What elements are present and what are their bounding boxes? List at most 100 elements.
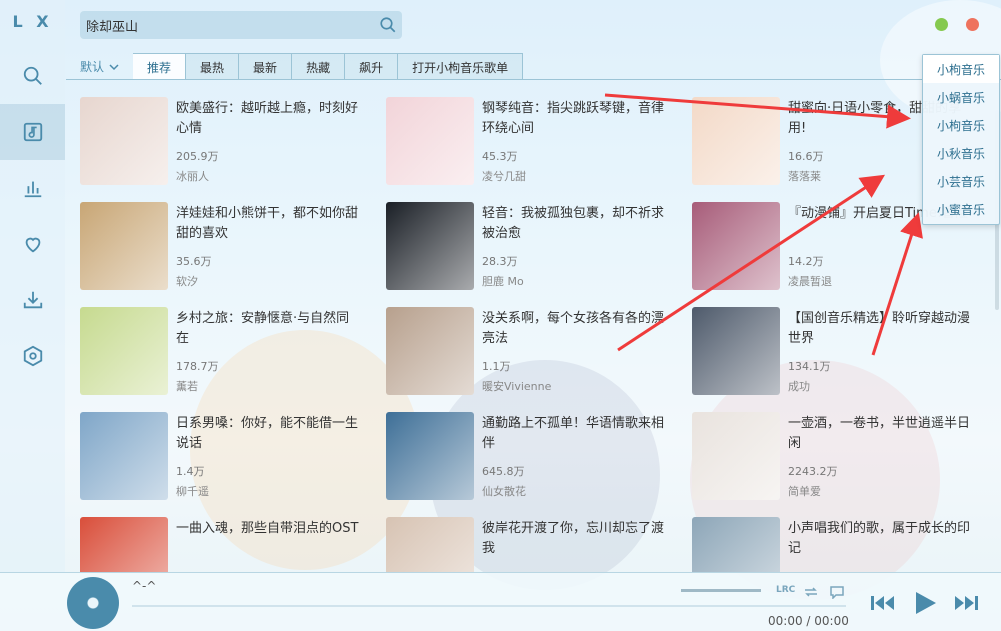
playlist-title[interactable]: 欧美盛行：越听越上瘾，时刻好心情 [176, 99, 362, 139]
tab-bar: 默认 推荐 最热 最新 热藏 飙升 打开小枸音乐歌单 [66, 53, 524, 80]
cover-image [386, 307, 474, 395]
playlist-title[interactable]: 洋娃娃和小熊饼干，都不如你甜甜的喜欢 [176, 204, 362, 244]
playlist-card[interactable]: 乡村之旅：安静惬意·与自然同在 178.7万 薰若 [66, 290, 366, 395]
playlist-title[interactable]: 没关系啊，每个女孩各有各的漂亮法 [482, 309, 668, 349]
search-icon [23, 66, 42, 85]
playlist-title[interactable]: 通勤路上不孤单！华语情歌来相伴 [482, 414, 668, 454]
close-button[interactable] [966, 18, 979, 31]
playlist-title[interactable]: 乡村之旅：安静惬意·与自然同在 [176, 309, 362, 349]
nav-download[interactable] [0, 272, 65, 328]
tab-open-playlist[interactable]: 打开小枸音乐歌单 [398, 53, 524, 80]
playlist-cover[interactable] [80, 97, 168, 185]
search-box [80, 11, 402, 39]
playlist-cover[interactable] [386, 97, 474, 185]
play-time: 00:00 / 00:00 [768, 614, 849, 628]
playlist-cover[interactable] [386, 412, 474, 500]
playlist-card[interactable]: 通勤路上不孤单！华语情歌来相伴 645.8万 仙女散花 [372, 395, 672, 500]
album-disc-icon[interactable] [67, 577, 119, 629]
source-option[interactable]: 小蜗音乐 [923, 83, 999, 111]
source-option[interactable]: 小枸音乐 [923, 55, 999, 83]
cover-image [80, 307, 168, 395]
nav-search[interactable] [0, 48, 65, 104]
source-option[interactable]: 小芸音乐 [923, 167, 999, 195]
search-icon[interactable] [374, 11, 402, 39]
playlist-title[interactable]: 一壶酒，一卷书，半世逍遥半日闲 [788, 414, 974, 454]
playlist-title[interactable]: 轻音：我被孤独包裹，却不祈求被治愈 [482, 204, 668, 244]
playlist-title[interactable]: 小声唱我们的歌，属于成长的印记 [788, 519, 974, 559]
play-count: 35.6万 [176, 255, 212, 268]
playlist-card[interactable]: 钢琴纯音：指尖跳跃琴键，音律环绕心间 45.3万 凌兮几甜 [372, 80, 672, 185]
playlist-author: 仙女散花 [482, 485, 526, 498]
playlist-card[interactable]: 日系男嗓：你好，能不能借一生说话 1.4万 柳千遥 [66, 395, 366, 500]
tab-rising[interactable]: 飙升 [345, 53, 399, 80]
playlist-author: 成功 [788, 380, 810, 393]
sort-label: 默认 [80, 60, 105, 74]
playlist-card[interactable]: 【国创音乐精选】聆听穿越动漫世界 134.1万 成功 [678, 290, 978, 395]
playlist-card[interactable]: 彼岸花开渡了你，忘川却忘了渡我 [372, 500, 672, 572]
source-option[interactable]: 小秋音乐 [923, 139, 999, 167]
play-count: 134.1万 [788, 360, 831, 373]
playlist-cover[interactable] [692, 97, 780, 185]
playlist-title[interactable]: 日系男嗓：你好，能不能借一生说话 [176, 414, 362, 454]
play-count: 645.8万 [482, 465, 525, 478]
playlist-card[interactable]: 一曲入魂，那些自带泪点的OST [66, 500, 366, 572]
playlist-cover[interactable] [386, 517, 474, 572]
play-button[interactable] [910, 588, 940, 618]
tab-hottest[interactable]: 最热 [186, 53, 240, 80]
playlist-card[interactable]: 没关系啊，每个女孩各有各的漂亮法 1.1万 暖安Vivienne [372, 290, 672, 395]
playlist-cover[interactable] [80, 202, 168, 290]
loop-icon[interactable] [802, 585, 820, 599]
skip-back-icon [871, 596, 894, 610]
player-bar: ^-^ LRC 00:00 / 00:00 [0, 572, 1001, 631]
playlist-grid: 欧美盛行：越听越上瘾，时刻好心情 205.9万 冰丽人 钢琴纯音：指尖跳跃琴键，音律环… [66, 80, 1001, 572]
playlist-cover[interactable] [80, 307, 168, 395]
bar-chart-icon [24, 181, 41, 198]
sort-dropdown[interactable]: 默认 [66, 53, 133, 80]
playlist-cover[interactable] [692, 202, 780, 290]
nav-favorites[interactable] [0, 216, 65, 272]
search-input[interactable] [80, 11, 374, 39]
nav-leaderboard[interactable] [0, 160, 65, 216]
playlist-cover[interactable] [80, 517, 168, 572]
playlist-card[interactable]: 小声唱我们的歌，属于成长的印记 [678, 500, 978, 572]
playlist-author: 凌晨暂退 [788, 275, 832, 288]
source-option[interactable]: 小蜜音乐 [923, 195, 999, 223]
playlist-cover[interactable] [692, 517, 780, 572]
source-dropdown: 小枸音乐 小蜗音乐 小枸音乐 小秋音乐 小芸音乐 小蜜音乐 [922, 54, 1000, 225]
sidebar: L X [0, 0, 65, 572]
playlist-title[interactable]: 【国创音乐精选】聆听穿越动漫世界 [788, 309, 974, 349]
cover-image [386, 202, 474, 290]
source-option[interactable]: 小枸音乐 [923, 111, 999, 139]
playlist-card[interactable]: 一壶酒，一卷书，半世逍遥半日闲 2243.2万 简单爱 [678, 395, 978, 500]
cover-image [692, 97, 780, 185]
playlist-title[interactable]: 彼岸花开渡了你，忘川却忘了渡我 [482, 519, 668, 559]
play-count: 2243.2万 [788, 465, 838, 478]
minimize-button[interactable] [935, 18, 948, 31]
prev-button[interactable] [868, 588, 898, 618]
progress-bar[interactable] [132, 605, 846, 607]
volume-slider[interactable] [681, 589, 761, 592]
playlist-author: 冰丽人 [176, 170, 209, 183]
playlist-title[interactable]: 钢琴纯音：指尖跳跃琴键，音律环绕心间 [482, 99, 668, 139]
nav-song-list[interactable] [0, 104, 65, 160]
playlist-cover[interactable] [692, 412, 780, 500]
playlist-cover[interactable] [386, 202, 474, 290]
tab-newest[interactable]: 最新 [239, 53, 293, 80]
playlist-title[interactable]: 一曲入魂，那些自带泪点的OST [176, 519, 362, 539]
playlist-card[interactable]: 欧美盛行：越听越上瘾，时刻好心情 205.9万 冰丽人 [66, 80, 366, 185]
next-button[interactable] [951, 588, 981, 618]
playlist-cover[interactable] [692, 307, 780, 395]
playlist-author: 简单爱 [788, 485, 821, 498]
tab-recommend[interactable]: 推荐 [133, 53, 187, 80]
play-count: 14.2万 [788, 255, 824, 268]
tab-hot-collect[interactable]: 热藏 [292, 53, 346, 80]
playlist-cover[interactable] [386, 307, 474, 395]
playlist-cover[interactable] [80, 412, 168, 500]
comment-icon[interactable] [828, 585, 846, 599]
cover-image [386, 517, 474, 572]
lyrics-toggle[interactable]: LRC [776, 585, 795, 599]
chevron-down-icon [109, 63, 119, 70]
nav-settings[interactable] [0, 328, 65, 384]
playlist-card[interactable]: 洋娃娃和小熊饼干，都不如你甜甜的喜欢 35.6万 软汐 [66, 185, 366, 290]
playlist-card[interactable]: 轻音：我被孤独包裹，却不祈求被治愈 28.3万 胆鹿 Mo [372, 185, 672, 290]
